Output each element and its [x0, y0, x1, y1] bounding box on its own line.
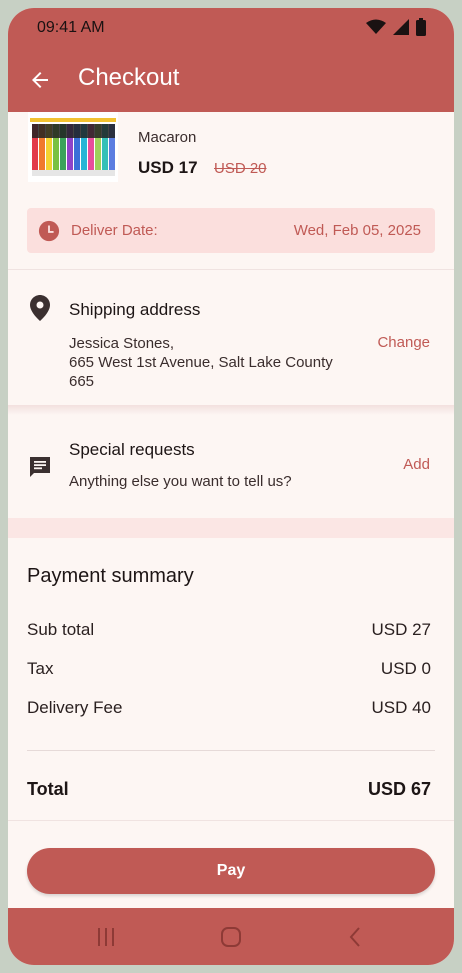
payment-total-row: Total USD 67 [27, 779, 431, 800]
wifi-icon [366, 19, 386, 34]
delivery-date-label: Deliver Date: [71, 222, 158, 239]
page-title: Checkout [78, 64, 180, 91]
location-pin-icon [30, 295, 50, 321]
pay-button[interactable]: Pay [27, 848, 435, 894]
pay-button-area: Pay [8, 820, 454, 908]
back-arrow-icon[interactable] [28, 68, 52, 92]
app-bar: Checkout [8, 48, 454, 112]
system-nav-bar [8, 908, 454, 965]
payment-row-value: USD 27 [371, 620, 431, 639]
status-time: 09:41 AM [37, 19, 105, 36]
payment-summary-section: Payment summary Sub total USD 27 Tax USD… [8, 538, 454, 818]
section-spacer [8, 518, 454, 538]
nav-back-icon[interactable] [344, 925, 368, 949]
payment-row-value: USD 40 [371, 698, 431, 717]
phone-screen: 09:41 AM Checkout Macaron USD 17 USD 20 … [8, 8, 454, 965]
clock-icon [38, 220, 60, 242]
product-original-price: USD 20 [214, 160, 267, 177]
home-icon[interactable] [219, 925, 243, 949]
chat-icon [30, 457, 50, 477]
special-requests-section[interactable]: Special requests Anything else you want … [8, 415, 454, 517]
payment-row-delivery-fee: Delivery Fee USD 40 [27, 698, 431, 718]
payment-row-tax: Tax USD 0 [27, 659, 431, 679]
product-name: Macaron [138, 129, 197, 146]
total-label: Total [27, 779, 69, 799]
special-requests-heading: Special requests [69, 440, 195, 459]
payment-row-label: Delivery Fee [27, 698, 123, 717]
special-requests-prompt: Anything else you want to tell us? [69, 473, 292, 490]
delivery-date-banner: Deliver Date: Wed, Feb 05, 2025 [27, 208, 435, 253]
section-shadow [8, 405, 454, 415]
shipping-street: 665 West 1st Avenue, Salt Lake County [69, 354, 333, 371]
shipping-address-heading: Shipping address [69, 300, 201, 319]
delivery-date-value: Wed, Feb 05, 2025 [293, 222, 421, 239]
product-image [28, 112, 118, 182]
payment-row-subtotal: Sub total USD 27 [27, 620, 431, 640]
shipping-address-section: Shipping address Jessica Stones, 665 Wes… [8, 270, 454, 405]
total-value: USD 67 [367, 779, 431, 799]
product-price: USD 17 [138, 158, 198, 177]
status-icons [366, 18, 426, 36]
product-summary: Macaron USD 17 USD 20 Deliver Date: Wed,… [8, 112, 454, 267]
recents-icon[interactable] [94, 925, 118, 949]
payment-row-label: Tax [27, 659, 54, 678]
payment-row-value: USD 0 [380, 659, 431, 678]
add-request-button[interactable]: Add [403, 456, 430, 473]
payment-row-label: Sub total [27, 620, 95, 639]
checkout-content[interactable]: Macaron USD 17 USD 20 Deliver Date: Wed,… [8, 112, 454, 908]
payment-summary-heading: Payment summary [27, 565, 194, 587]
shipping-address-text: Jessica Stones, 665 West 1st Avenue, Sal… [69, 334, 369, 391]
payment-divider [27, 750, 435, 751]
shipping-name: Jessica Stones, [69, 335, 175, 352]
status-bar: 09:41 AM [8, 8, 454, 48]
signal-icon [393, 19, 409, 35]
battery-icon [416, 18, 426, 36]
shipping-zip: 665 [69, 373, 95, 390]
change-address-button[interactable]: Change [377, 334, 430, 351]
